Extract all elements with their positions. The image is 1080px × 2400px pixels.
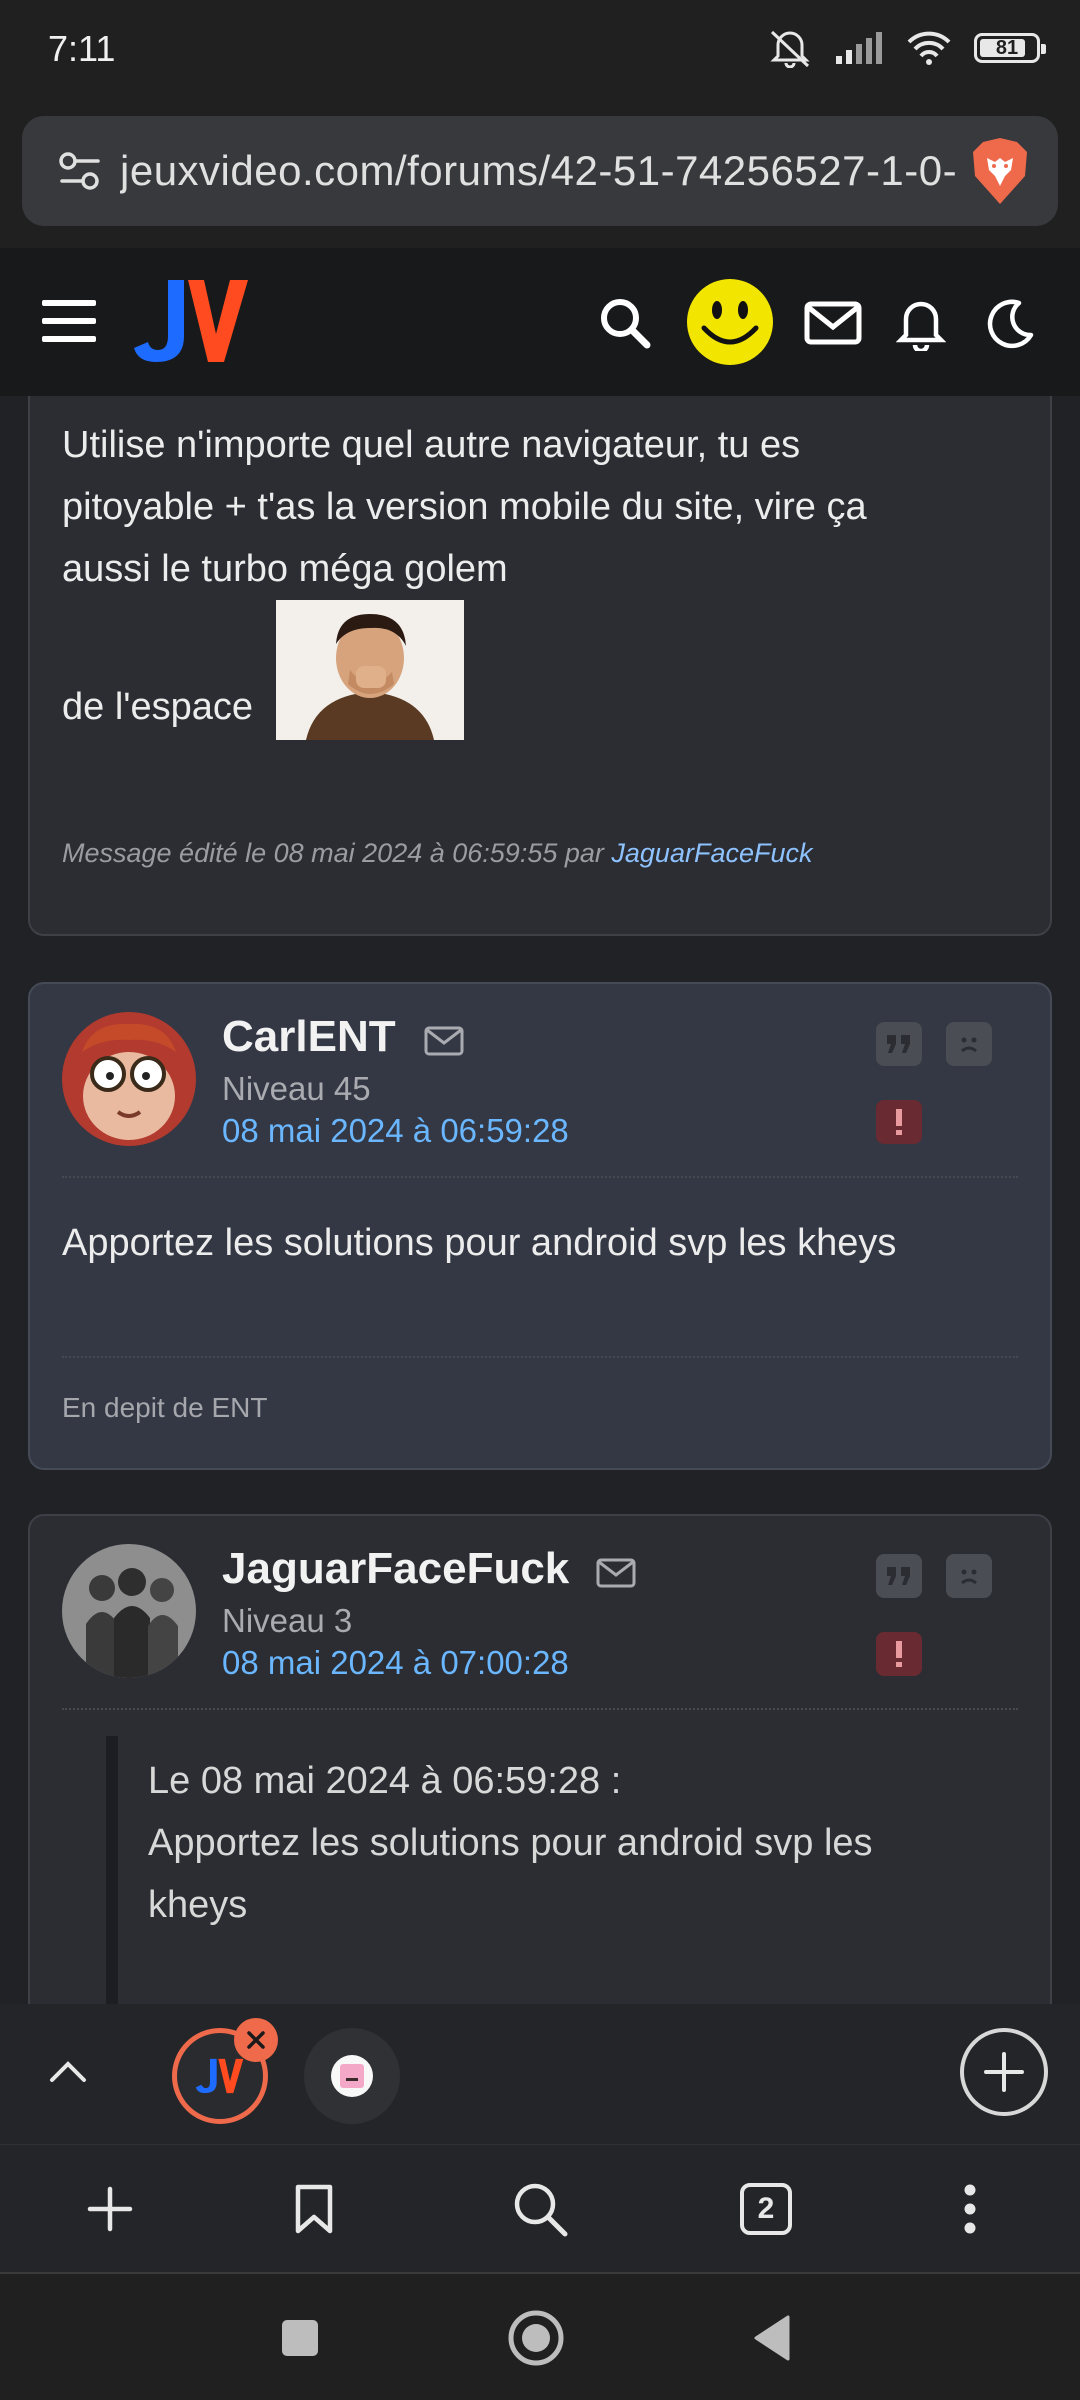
edit-note-text: Message édité le 08 mai 2024 à 06:59:55 … bbox=[62, 838, 604, 868]
wifi-icon bbox=[907, 31, 951, 65]
system-navigation-bar bbox=[0, 2272, 1080, 2400]
post-date-link[interactable]: 08 mai 2024 à 07:00:28 bbox=[222, 1644, 569, 1682]
brave-lion-icon[interactable] bbox=[960, 131, 1040, 211]
quote-header: Le 08 mai 2024 à 06:59:28 : bbox=[148, 1760, 622, 1802]
bookmark-button[interactable] bbox=[270, 2165, 358, 2253]
search-icon bbox=[514, 2183, 568, 2237]
edit-note: Message édité le 08 mai 2024 à 06:59:55 … bbox=[62, 838, 812, 869]
url-area: jeuxvideo.com/forums/42-51-74256527-1-0- bbox=[0, 100, 1080, 248]
alert-icon bbox=[896, 1641, 902, 1667]
quote-icon bbox=[887, 1035, 910, 1053]
plus-icon bbox=[984, 2052, 1024, 2092]
mail-icon[interactable] bbox=[798, 288, 868, 358]
bookmark-icon bbox=[295, 2184, 333, 2234]
user-level: Niveau 3 bbox=[222, 1602, 353, 1639]
menu-icon[interactable] bbox=[42, 300, 96, 342]
sad-face-icon bbox=[961, 1569, 977, 1585]
notification-bell-icon[interactable] bbox=[886, 288, 956, 358]
ignore-user-button[interactable] bbox=[946, 1022, 992, 1066]
post-text-line: de l'espace bbox=[62, 686, 254, 728]
url-text[interactable]: jeuxvideo.com/forums/42-51-74256527-1-0- bbox=[120, 147, 960, 195]
status-time: 7:11 bbox=[48, 28, 116, 69]
status-icons: 81 bbox=[768, 28, 1046, 68]
quote-button[interactable] bbox=[876, 1554, 922, 1598]
forum-post: CarlENT Niveau 45 08 mai 2024 à 06:59:28… bbox=[28, 982, 1052, 1470]
forum-post: JaguarFaceFuck Niveau 3 08 mai 2024 à 07… bbox=[28, 1514, 1052, 2004]
dark-mode-moon-icon[interactable] bbox=[976, 288, 1046, 358]
quote-button[interactable] bbox=[876, 1022, 922, 1066]
address-bar[interactable]: jeuxvideo.com/forums/42-51-74256527-1-0- bbox=[22, 116, 1058, 226]
divider bbox=[62, 1176, 1018, 1178]
divider bbox=[62, 1356, 1018, 1358]
divider bbox=[62, 1708, 1018, 1710]
mute-bell-icon bbox=[770, 30, 810, 68]
site-header bbox=[0, 248, 1080, 396]
forum-post: Utilise n'importe quel autre navigateur,… bbox=[28, 396, 1052, 936]
ignore-user-button[interactable] bbox=[946, 1554, 992, 1598]
avatar[interactable] bbox=[62, 1012, 196, 1146]
battery-level: 81 bbox=[995, 36, 1019, 59]
close-tab-button[interactable] bbox=[234, 2018, 278, 2062]
status-bar: 7:11 81 bbox=[0, 0, 1080, 100]
plus-icon bbox=[87, 2186, 133, 2232]
back-button[interactable] bbox=[734, 2300, 810, 2376]
post-date-link[interactable]: 08 mai 2024 à 06:59:28 bbox=[222, 1112, 569, 1150]
post-text-line: aussi le turbo méga golem bbox=[62, 548, 508, 590]
pink-favicon-icon bbox=[331, 2055, 373, 2097]
recent-apps-button[interactable] bbox=[262, 2300, 338, 2376]
user-level: Niveau 45 bbox=[222, 1070, 371, 1107]
jv-logo[interactable] bbox=[132, 276, 252, 366]
signature: En depit de ENT bbox=[62, 1392, 268, 1423]
tab-count: 2 bbox=[740, 2183, 792, 2235]
report-button[interactable] bbox=[876, 1100, 922, 1144]
triangle-back-icon bbox=[754, 2315, 790, 2361]
search-icon[interactable] bbox=[590, 288, 660, 358]
quote-icon bbox=[887, 1567, 910, 1585]
close-icon bbox=[247, 2031, 265, 2049]
jv-favicon-icon bbox=[195, 2058, 244, 2094]
new-tab-button[interactable] bbox=[66, 2165, 154, 2253]
square-icon bbox=[282, 2320, 318, 2356]
avatar[interactable] bbox=[62, 1544, 196, 1678]
quote-text-line: kheys bbox=[148, 1884, 248, 1926]
battery-icon: 81 bbox=[974, 33, 1046, 63]
signal-icon bbox=[836, 32, 882, 64]
quote-block: Le 08 mai 2024 à 06:59:28 : Apportez les… bbox=[106, 1736, 1002, 2004]
post-author[interactable]: CarlENT bbox=[222, 1012, 396, 1062]
tab-other[interactable] bbox=[304, 2028, 400, 2124]
chevron-up-icon bbox=[50, 2061, 86, 2082]
post-text-line: Utilise n'importe quel autre navigateur,… bbox=[62, 424, 801, 466]
edit-author-link[interactable]: JaguarFaceFuck bbox=[611, 838, 812, 868]
add-tab-group-button[interactable] bbox=[960, 2028, 1048, 2116]
more-menu-button[interactable] bbox=[926, 2165, 1014, 2253]
quote-text-line: Apportez les solutions pour android svp … bbox=[148, 1822, 873, 1864]
sad-face-icon bbox=[961, 1037, 977, 1053]
more-vertical-icon bbox=[964, 2184, 976, 2234]
post-author[interactable]: JaguarFaceFuck bbox=[222, 1544, 569, 1594]
report-button[interactable] bbox=[876, 1632, 922, 1676]
collapse-tabs-button[interactable] bbox=[40, 2044, 96, 2100]
private-message-icon[interactable] bbox=[424, 1026, 464, 1056]
alert-icon bbox=[896, 1109, 902, 1135]
search-button[interactable] bbox=[496, 2165, 584, 2253]
tabs-switcher-button[interactable]: 2 bbox=[722, 2165, 810, 2253]
browser-toolbar: 2 bbox=[0, 2144, 1080, 2272]
home-button[interactable] bbox=[498, 2300, 574, 2376]
embedded-sticker-image[interactable] bbox=[276, 600, 464, 740]
private-message-icon[interactable] bbox=[596, 1558, 636, 1588]
circle-home-icon bbox=[508, 2310, 564, 2366]
post-body: Apportez les solutions pour android svp … bbox=[62, 1222, 897, 1264]
post-text-line: pitoyable + t'as la version mobile du si… bbox=[62, 486, 867, 528]
post-body: Utilise n'importe quel autre navigateur,… bbox=[62, 414, 1022, 600]
site-settings-icon[interactable] bbox=[40, 116, 120, 226]
forum-content: Utilise n'importe quel autre navigateur,… bbox=[0, 396, 1080, 2004]
avatar-icon[interactable] bbox=[686, 278, 774, 366]
tab-strip bbox=[0, 2004, 1080, 2144]
